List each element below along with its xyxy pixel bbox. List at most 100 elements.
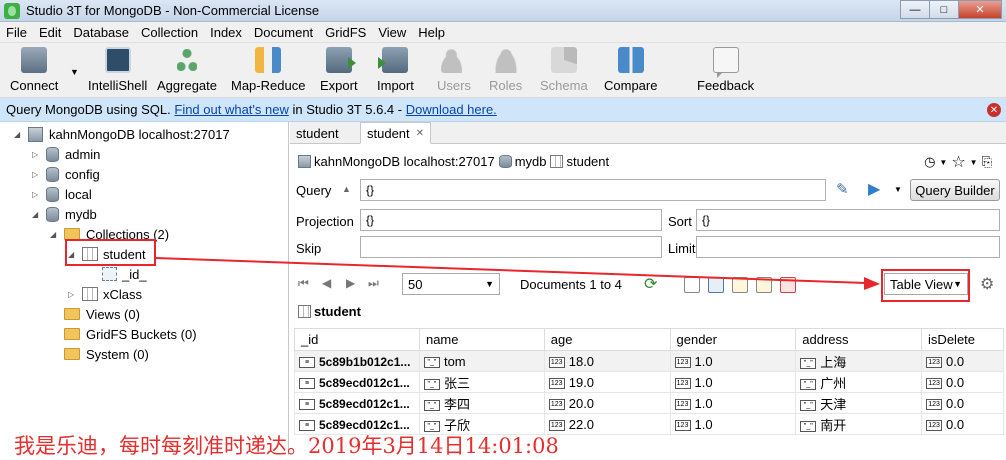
tree-server-node[interactable]: ◢ kahnMongoDB localhost:27017 — [14, 125, 230, 143]
cell-age[interactable]: 123 19.0 — [543, 371, 671, 393]
expanded-arrow-icon[interactable]: ◢ — [32, 210, 42, 219]
query-input[interactable]: {} — [360, 179, 826, 201]
menu-gridfs[interactable]: GridFS — [319, 25, 372, 40]
table-row[interactable]: ≡ 5c89ecd012c1... "_" 张三 123 19.0 123 1.0 "_… — [294, 371, 1004, 393]
cell-gender[interactable]: 123 1.0 — [669, 392, 797, 414]
tree-db-mydb[interactable]: ◢ mydb — [32, 205, 97, 223]
column-header-isdelete[interactable]: isDelete — [921, 328, 1004, 351]
run-query-icon[interactable]: ▶ — [868, 179, 880, 199]
feedback-button[interactable]: Feedback — [697, 47, 754, 93]
export-button[interactable]: Export — [320, 47, 358, 93]
table-row[interactable]: ≡ 5c89b1b012c1... "_" tom 123 18.0 123 1.0 "… — [294, 350, 1004, 372]
menu-index[interactable]: Index — [204, 25, 248, 40]
tree-db-admin[interactable]: ▷ admin — [32, 145, 100, 163]
cell-age[interactable]: 123 18.0 — [543, 350, 671, 372]
cell-gender[interactable]: 123 1.0 — [669, 413, 797, 435]
connect-button[interactable]: Connect — [10, 47, 58, 93]
view-json-icon[interactable] — [708, 277, 724, 293]
menu-help[interactable]: Help — [412, 25, 451, 40]
tree-db-config[interactable]: ▷ config — [32, 165, 100, 183]
close-window-button[interactable]: ✕ — [958, 0, 1002, 19]
compare-button[interactable]: Compare — [604, 47, 657, 93]
cell-name[interactable]: "_" 张三 — [418, 371, 545, 393]
cell-gender[interactable]: 123 1.0 — [669, 371, 797, 393]
connect-dropdown-icon[interactable]: ▼ — [70, 67, 79, 77]
whats-new-link[interactable]: Find out what's new — [174, 102, 289, 117]
intellishell-button[interactable]: IntelliShell — [88, 47, 147, 93]
column-header-id[interactable]: _id — [294, 328, 420, 351]
next-page-icon[interactable]: ▶ — [346, 276, 355, 290]
collapsed-arrow-icon[interactable]: ▷ — [32, 150, 42, 159]
copy-query-icon[interactable]: ⎘ — [982, 154, 992, 170]
tree-system-folder[interactable]: System (0) — [64, 345, 149, 363]
cell-id[interactable]: ≡ 5c89b1b012c1... — [294, 350, 420, 372]
prev-page-icon[interactable]: ◀ — [322, 276, 331, 290]
tab-student-2[interactable]: student ✕ — [360, 122, 432, 144]
cell-name[interactable]: "_" 李四 — [418, 392, 545, 414]
query-collapse-icon[interactable]: ▲ — [342, 184, 351, 194]
cell-isdelete[interactable]: 123 0.0 — [921, 371, 1004, 393]
collapsed-arrow-icon[interactable]: ▷ — [68, 290, 78, 299]
expanded-arrow-icon[interactable]: ◢ — [50, 230, 60, 239]
cell-id[interactable]: ≡ 5c89ecd012c1... — [294, 392, 420, 414]
delete-document-icon[interactable] — [780, 277, 796, 293]
cell-age[interactable]: 123 20.0 — [543, 392, 671, 414]
query-builder-button[interactable]: Query Builder — [910, 179, 1000, 201]
collapsed-arrow-icon[interactable]: ▷ — [32, 170, 42, 179]
cell-gender[interactable]: 123 1.0 — [669, 350, 797, 372]
menu-document[interactable]: Document — [248, 25, 319, 40]
tab-close-icon[interactable]: ✕ — [416, 128, 424, 139]
last-page-icon[interactable]: ⏭ — [368, 276, 379, 291]
collapsed-arrow-icon[interactable]: ▷ — [32, 190, 42, 199]
menu-collection[interactable]: Collection — [135, 25, 204, 40]
menu-edit[interactable]: Edit — [33, 25, 67, 40]
column-header-address[interactable]: address — [795, 328, 923, 351]
tab-student-1[interactable]: student — [290, 122, 345, 144]
edit-field-icon[interactable] — [756, 277, 772, 293]
edit-document-icon[interactable] — [732, 277, 748, 293]
tree-index-id[interactable]: _id_ — [102, 265, 147, 283]
limit-input[interactable] — [696, 236, 1000, 258]
maximize-button[interactable]: □ — [929, 0, 959, 19]
cell-isdelete[interactable]: 123 0.0 — [921, 392, 1004, 414]
cell-id[interactable]: ≡ 5c89ecd012c1... — [294, 371, 420, 393]
minimize-button[interactable]: — — [900, 0, 930, 19]
run-dropdown-icon[interactable]: ▼ — [894, 185, 902, 194]
cell-address[interactable]: "_" 南开 — [795, 413, 923, 435]
column-header-gender[interactable]: gender — [669, 328, 797, 351]
settings-gear-icon[interactable]: ⚙ — [980, 274, 994, 294]
cell-name[interactable]: "_" tom — [418, 350, 545, 372]
first-page-icon[interactable]: ⏮ — [298, 276, 309, 291]
skip-input[interactable] — [360, 236, 662, 258]
projection-input[interactable]: {} — [360, 209, 662, 231]
aggregate-button[interactable]: Aggregate — [157, 47, 217, 93]
cell-address[interactable]: "_" 天津 — [795, 392, 923, 414]
sort-input[interactable]: {} — [696, 209, 1000, 231]
map-reduce-button[interactable]: Map-Reduce — [231, 47, 305, 93]
history-dropdown-icon[interactable]: ▼ — [939, 158, 947, 167]
schema-button[interactable]: Schema — [540, 47, 588, 93]
history-icon[interactable]: ◷ — [924, 154, 935, 170]
tree-views-folder[interactable]: Views (0) — [64, 305, 140, 323]
column-header-age[interactable]: age — [543, 328, 671, 351]
banner-close-icon[interactable]: ✕ — [987, 103, 1001, 117]
tree-collection-xclass[interactable]: ▷ xClass — [68, 285, 142, 303]
cell-address[interactable]: "_" 上海 — [795, 350, 923, 372]
tree-gridfs-folder[interactable]: GridFS Buckets (0) — [64, 325, 197, 343]
tree-db-local[interactable]: ▷ local — [32, 185, 92, 203]
refresh-icon[interactable]: ⟳ — [644, 274, 657, 294]
column-header-name[interactable]: name — [418, 328, 545, 351]
cell-isdelete[interactable]: 123 0.0 — [921, 350, 1004, 372]
cell-age[interactable]: 123 22.0 — [543, 413, 671, 435]
download-link[interactable]: Download here. — [406, 102, 497, 117]
cell-address[interactable]: "_" 广州 — [795, 371, 923, 393]
table-row[interactable]: ≡ 5c89ecd012c1... "_" 李四 123 20.0 123 1.0 "_… — [294, 392, 1004, 414]
roles-button[interactable]: Roles — [489, 47, 522, 93]
add-document-icon[interactable] — [684, 277, 700, 293]
import-button[interactable]: Import — [377, 47, 414, 93]
bookmark-dropdown-icon[interactable]: ▼ — [970, 158, 978, 167]
menu-database[interactable]: Database — [67, 25, 135, 40]
page-size-select[interactable]: 50 ▼ — [402, 273, 500, 295]
expanded-arrow-icon[interactable]: ◢ — [14, 130, 24, 139]
edit-query-icon[interactable]: ✎ — [836, 180, 849, 198]
